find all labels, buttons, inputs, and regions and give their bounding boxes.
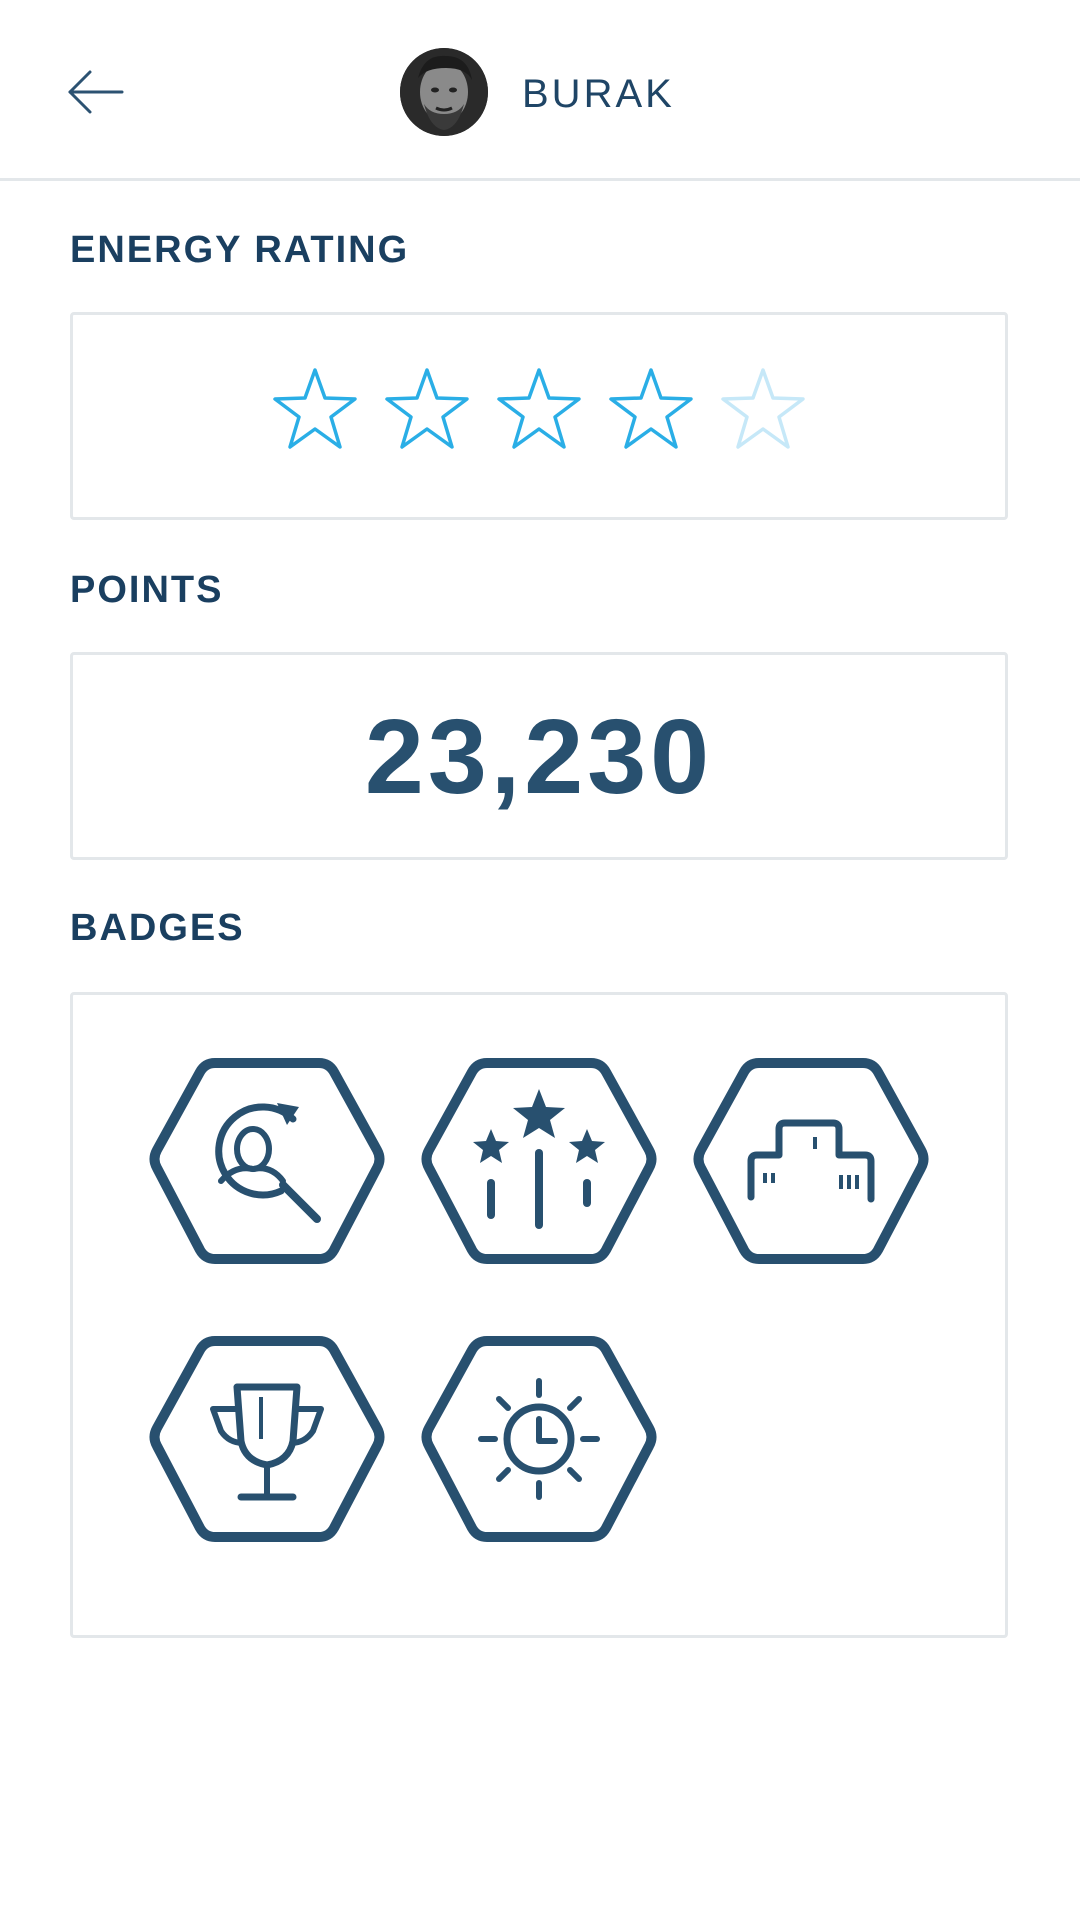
points-heading: POINTS [70, 569, 224, 611]
top-bar: BURAK [0, 0, 1080, 181]
points-card: 23,230 [70, 652, 1008, 860]
badges-card [70, 992, 1008, 1638]
user-search-badge-icon [149, 1058, 385, 1264]
star-icon [495, 365, 583, 453]
star-icon [271, 365, 359, 453]
sun-clock-badge-icon [421, 1336, 657, 1542]
energy-rating-heading: ENERGY RATING [70, 229, 410, 271]
energy-rating-card [70, 312, 1008, 520]
star-rating [73, 365, 1005, 455]
badge-building[interactable] [693, 1057, 929, 1273]
badge-stars-rising[interactable] [421, 1057, 657, 1273]
badge-user-search[interactable] [149, 1057, 385, 1273]
avatar[interactable] [400, 48, 488, 136]
badge-sun-clock[interactable] [421, 1335, 657, 1551]
trophy-badge-icon [149, 1336, 385, 1542]
points-value: 23,230 [364, 698, 714, 816]
user-name: BURAK [522, 72, 675, 116]
user-avatar-photo [400, 48, 488, 136]
stars-rising-badge-icon [421, 1058, 657, 1264]
star-icon [607, 365, 695, 453]
arrow-left-icon [68, 70, 124, 114]
star-icon [383, 365, 471, 453]
building-badge-icon [693, 1058, 929, 1264]
back-button[interactable] [66, 68, 126, 116]
badge-trophy[interactable] [149, 1335, 385, 1551]
badges-heading: BADGES [70, 907, 245, 949]
star-icon [719, 365, 807, 453]
